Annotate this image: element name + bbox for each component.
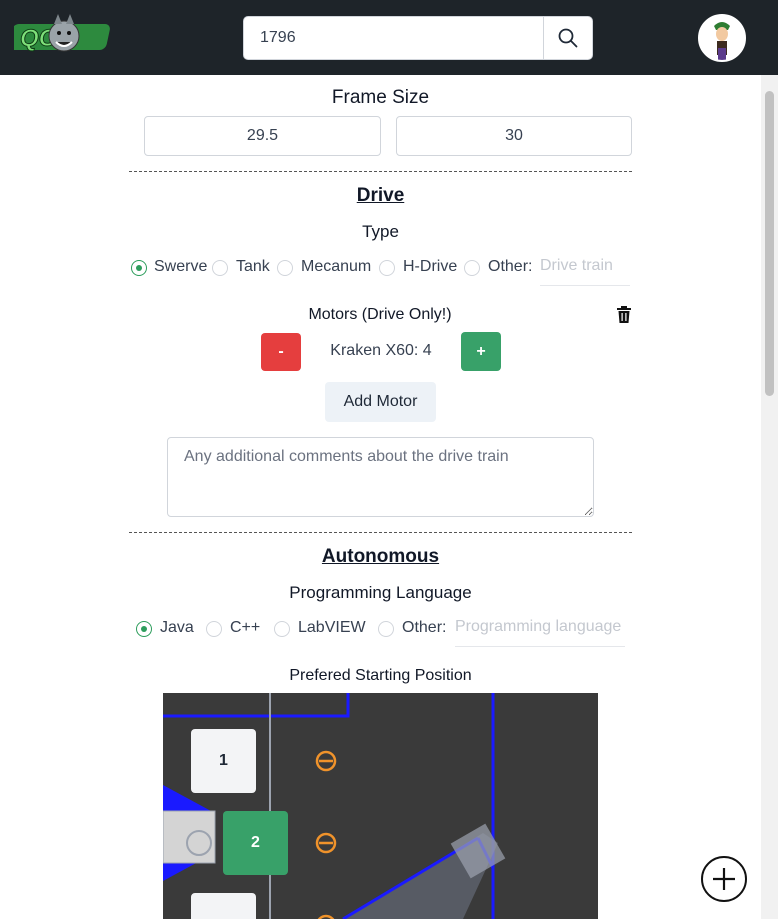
start-position-2[interactable]: 2 xyxy=(223,811,288,875)
search-input[interactable] xyxy=(244,17,543,59)
autonomous-section-title: Autonomous xyxy=(321,546,440,567)
team-search xyxy=(243,16,593,60)
radio-java-label[interactable]: Java xyxy=(160,619,194,637)
radio-java[interactable] xyxy=(136,621,152,637)
drive-other-input[interactable] xyxy=(540,246,630,286)
orange-marker-icon xyxy=(315,832,337,854)
trash-icon[interactable] xyxy=(616,306,632,324)
radio-mecanum-label[interactable]: Mecanum xyxy=(301,258,371,276)
drive-section-title: Drive xyxy=(356,185,405,206)
team-logo[interactable]: QOT xyxy=(14,10,116,64)
radio-other-drive[interactable] xyxy=(464,260,480,276)
drive-type-label: Type xyxy=(362,222,399,241)
frame-size-title: Frame Size xyxy=(331,87,430,108)
radio-labview[interactable] xyxy=(274,621,290,637)
field-graphic xyxy=(163,693,506,919)
drive-comments-textarea[interactable] xyxy=(167,437,594,517)
drive-type-radio-group: Swerve Tank Mecanum H-Drive Other: xyxy=(0,246,778,286)
radio-cpp-label[interactable]: C++ xyxy=(230,619,260,637)
section-divider xyxy=(129,532,632,533)
radio-swerve[interactable] xyxy=(131,260,147,276)
scrollbar-thumb[interactable] xyxy=(765,91,774,396)
motors-label: Motors (Drive Only!) xyxy=(308,306,452,323)
avatar-image xyxy=(700,16,744,60)
programming-language-label: Programming Language xyxy=(289,583,472,602)
field-map: 1 2 xyxy=(163,693,598,919)
motor-increment-button[interactable]: + xyxy=(461,332,501,371)
starting-position-label: Prefered Starting Position xyxy=(289,667,472,684)
start-position-3[interactable] xyxy=(191,893,256,919)
frame-width-input[interactable]: 29.5 xyxy=(144,116,381,156)
radio-swerve-label[interactable]: Swerve xyxy=(154,258,207,276)
motor-decrement-button[interactable]: - xyxy=(261,333,301,371)
radio-mecanum[interactable] xyxy=(277,260,293,276)
language-other-input[interactable] xyxy=(455,607,625,647)
radio-h-drive-label[interactable]: H-Drive xyxy=(403,258,457,276)
add-motor-button[interactable]: Add Motor xyxy=(325,382,436,422)
radio-labview-label[interactable]: LabVIEW xyxy=(298,619,366,637)
plus-circle-icon xyxy=(713,868,735,890)
radio-tank[interactable] xyxy=(212,260,228,276)
section-divider xyxy=(129,171,632,172)
radio-cpp[interactable] xyxy=(206,621,222,637)
start-position-1[interactable]: 1 xyxy=(191,729,256,793)
motor-count-label: Kraken X60: 4 xyxy=(330,342,432,359)
frame-length-input[interactable]: 30 xyxy=(396,116,632,156)
radio-other-language[interactable] xyxy=(378,621,394,637)
language-radio-group: Java C++ LabVIEW Other: xyxy=(0,607,778,647)
add-fab-button[interactable] xyxy=(701,856,747,902)
top-navbar: QOT xyxy=(0,0,778,75)
radio-other-language-label[interactable]: Other: xyxy=(402,619,446,637)
radio-tank-label[interactable]: Tank xyxy=(236,258,270,276)
radio-other-drive-label[interactable]: Other: xyxy=(488,258,532,276)
search-button[interactable] xyxy=(543,17,592,59)
orange-marker-icon xyxy=(315,750,337,772)
radio-h-drive[interactable] xyxy=(379,260,395,276)
page-scrollbar[interactable] xyxy=(761,75,778,919)
user-avatar[interactable] xyxy=(698,14,746,62)
search-icon xyxy=(558,28,578,48)
